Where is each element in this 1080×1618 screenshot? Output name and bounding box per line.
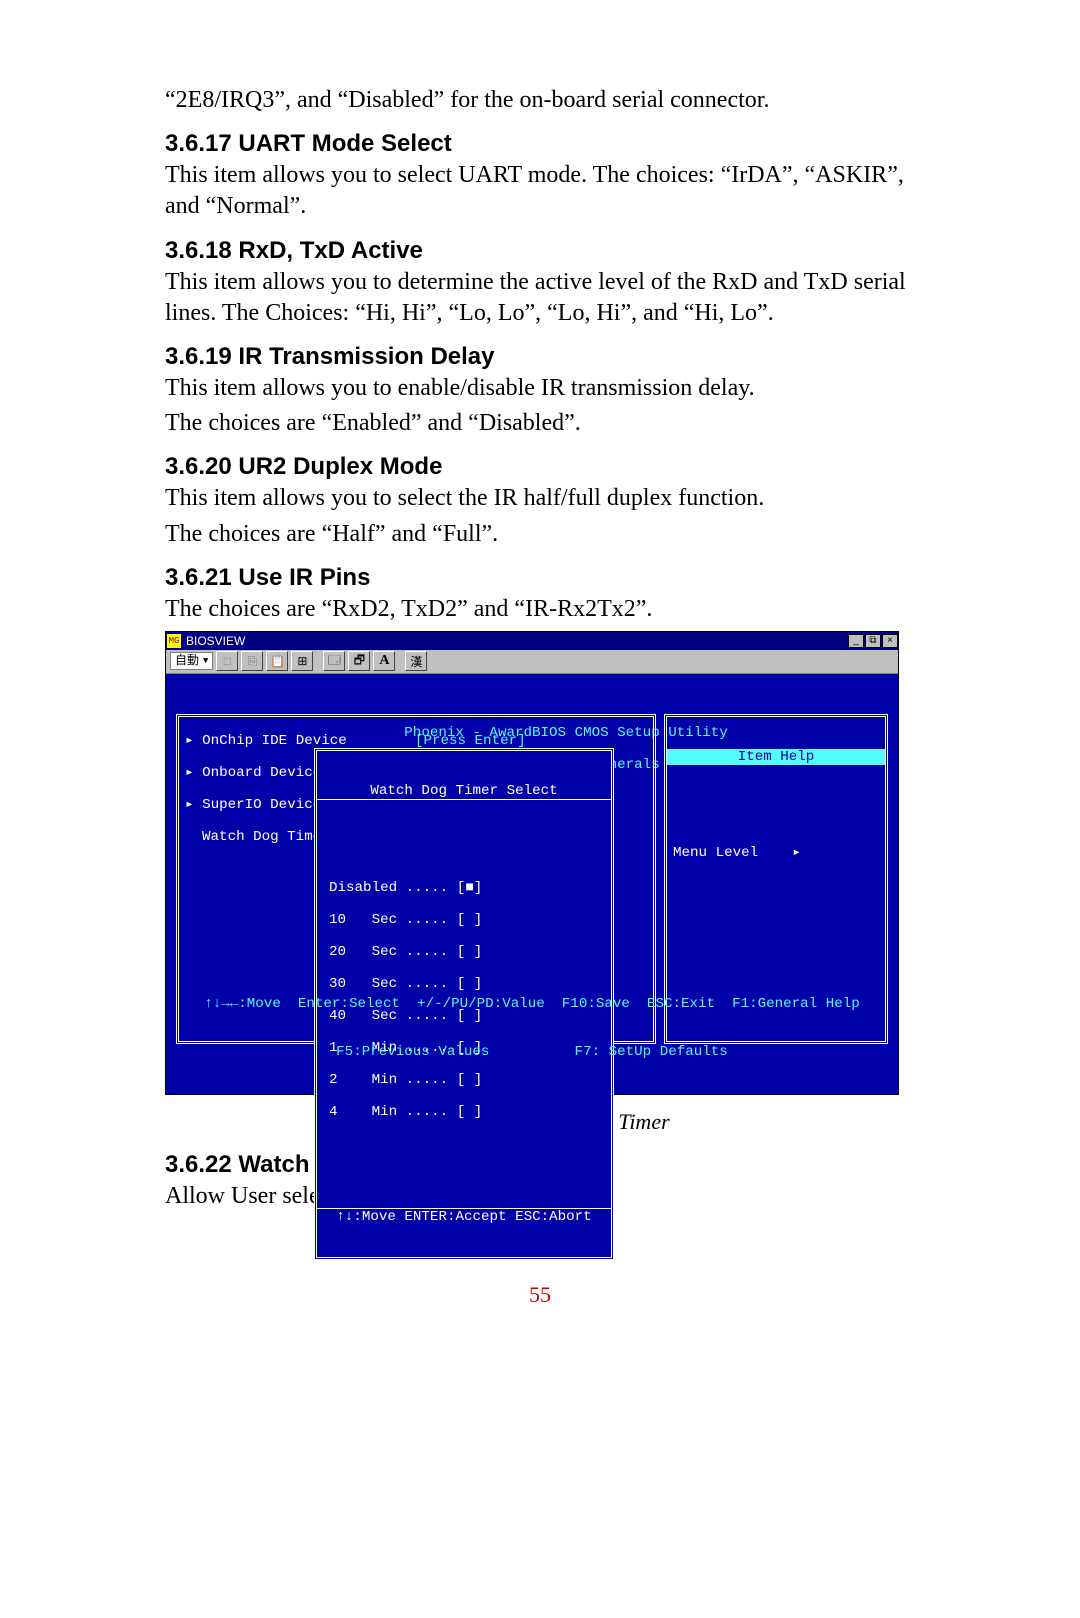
app-icon: MG xyxy=(167,634,181,648)
copy-icon[interactable]: ⎘ xyxy=(241,651,263,671)
window-titlebar: MG BIOSVIEW _ ⧉ × xyxy=(166,632,898,650)
body-3-6-18: This item allows you to determine the ac… xyxy=(165,267,915,329)
toolbar: 自動▼ □ ⎘ 📋 ⊞ 🗔 🗗 A 漢 xyxy=(166,650,898,674)
bios-screenshot: MG BIOSVIEW _ ⧉ × 自動▼ □ ⎘ 📋 ⊞ 🗔 🗗 A 漢 Ph… xyxy=(165,631,899,1095)
heading-3-6-19: 3.6.19 IR Transmission Delay xyxy=(165,343,915,371)
menu-level-row: Menu Level ▸ xyxy=(667,845,885,861)
body-3-6-20b: The choices are “Half” and “Full”. xyxy=(165,519,915,550)
page-number: 55 xyxy=(165,1282,915,1308)
body-3-6-21: The choices are “RxD2, TxD2” and “IR-Rx2… xyxy=(165,594,915,625)
font-button[interactable]: A xyxy=(373,651,395,671)
heading-3-6-17: 3.6.17 UART Mode Select xyxy=(165,130,915,158)
heading-3-6-20: 3.6.20 UR2 Duplex Mode xyxy=(165,453,915,481)
maximize-button[interactable]: ⧉ xyxy=(865,634,881,648)
paste-icon[interactable]: 📋 xyxy=(266,651,288,671)
bios-footer-hints: ↑↓→←:Move Enter:Select +/-/PU/PD:Value F… xyxy=(166,964,898,1092)
close-button[interactable]: × xyxy=(882,634,898,648)
menu-item-onchip-ide[interactable]: ▸ OnChip IDE Device [Press Enter] xyxy=(179,733,653,749)
toolbar-btn-6[interactable]: 🗗 xyxy=(348,651,370,671)
heading-3-6-18: 3.6.18 RxD, TxD Active xyxy=(165,237,915,265)
body-3-6-17: This item allows you to select UART mode… xyxy=(165,160,915,222)
body-3-6-19b: The choices are “Enabled” and “Disabled”… xyxy=(165,408,915,439)
heading-3-6-21: 3.6.21 Use IR Pins xyxy=(165,564,915,592)
popup-option-disabled[interactable]: Disabled ..... [■] xyxy=(329,880,611,896)
kanji-button[interactable]: 漢 xyxy=(405,651,427,671)
ime-dropdown[interactable]: 自動▼ xyxy=(170,652,213,670)
bios-screen: Phoenix - AwardBIOS CMOS Setup Utility I… xyxy=(166,674,898,1094)
body-3-6-19a: This item allows you to enable/disable I… xyxy=(165,373,915,404)
minimize-button[interactable]: _ xyxy=(848,634,864,648)
popup-option-20sec[interactable]: 20 Sec ..... [ ] xyxy=(329,944,611,960)
popup-title: Watch Dog Timer Select xyxy=(317,783,611,800)
toolbar-btn-4[interactable]: ⊞ xyxy=(291,651,313,671)
window-title: BIOSVIEW xyxy=(182,634,245,648)
toolbar-btn-5[interactable]: 🗔 xyxy=(323,651,345,671)
popup-option-4min[interactable]: 4 Min ..... [ ] xyxy=(329,1104,611,1120)
help-title: Item Help xyxy=(667,749,885,765)
intro-paragraph: “2E8/IRQ3”, and “Disabled” for the on-bo… xyxy=(165,85,915,116)
popup-hint: ↑↓:Move ENTER:Accept ESC:Abort xyxy=(317,1208,611,1225)
body-3-6-20a: This item allows you to select the IR ha… xyxy=(165,483,915,514)
popup-option-10sec[interactable]: 10 Sec ..... [ ] xyxy=(329,912,611,928)
toolbar-btn-1[interactable]: □ xyxy=(216,651,238,671)
